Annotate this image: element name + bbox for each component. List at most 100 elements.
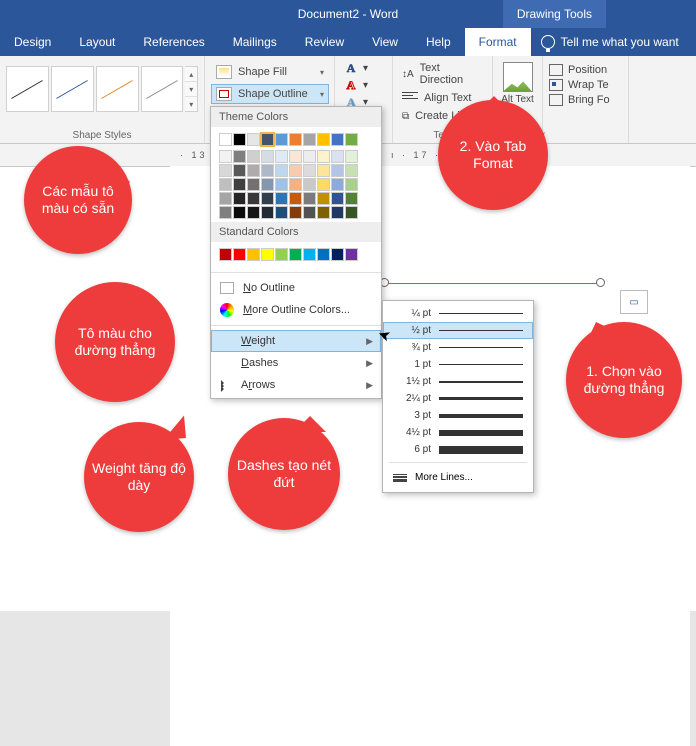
color-swatch[interactable] <box>261 150 274 163</box>
color-swatch[interactable] <box>233 248 246 261</box>
text-direction-button[interactable]: ↕A Text Direction <box>399 60 486 88</box>
weight-option[interactable]: ¾ pt <box>383 339 533 356</box>
dashes-item[interactable]: Dashes ▶ <box>211 352 381 374</box>
color-swatch[interactable] <box>303 206 316 219</box>
style-thumbnail[interactable] <box>141 66 184 112</box>
wrap-text-button[interactable]: Wrap Te <box>549 79 622 91</box>
more-outline-colors-item[interactable]: More Outline Colors... <box>211 299 381 321</box>
color-swatch[interactable] <box>233 192 246 205</box>
color-swatch[interactable] <box>317 192 330 205</box>
tell-me-search[interactable]: Tell me what you want <box>531 28 689 56</box>
color-swatch[interactable] <box>289 206 302 219</box>
weight-option[interactable]: 6 pt <box>383 441 533 458</box>
color-swatch[interactable] <box>289 248 302 261</box>
color-swatch[interactable] <box>303 192 316 205</box>
weight-item[interactable]: Weight ▶ <box>211 330 381 352</box>
color-swatch[interactable] <box>233 150 246 163</box>
color-swatch[interactable] <box>233 178 246 191</box>
color-swatch[interactable] <box>275 150 288 163</box>
color-swatch[interactable] <box>331 133 344 146</box>
color-swatch[interactable] <box>261 133 274 146</box>
color-swatch[interactable] <box>289 192 302 205</box>
color-swatch[interactable] <box>289 133 302 146</box>
more-lines-item[interactable]: More Lines... <box>383 467 533 488</box>
color-swatch[interactable] <box>331 248 344 261</box>
gallery-scroll[interactable]: ▴▾▾ <box>185 66 198 112</box>
bring-forward-button[interactable]: Bring Fo <box>549 94 622 106</box>
weight-option[interactable]: 1½ pt <box>383 373 533 390</box>
color-swatch[interactable] <box>331 178 344 191</box>
no-outline-item[interactable]: No Outline <box>211 277 381 299</box>
color-swatch[interactable] <box>219 164 232 177</box>
color-swatch[interactable] <box>275 133 288 146</box>
color-swatch[interactable] <box>317 164 330 177</box>
weight-option[interactable]: ¼ pt <box>383 305 533 322</box>
color-swatch[interactable] <box>345 178 358 191</box>
tab-review[interactable]: Review <box>291 28 358 56</box>
color-swatch[interactable] <box>331 192 344 205</box>
tab-mailings[interactable]: Mailings <box>219 28 291 56</box>
weight-option[interactable]: 2¼ pt <box>383 390 533 407</box>
color-swatch[interactable] <box>275 178 288 191</box>
tab-layout[interactable]: Layout <box>65 28 129 56</box>
color-swatch[interactable] <box>317 133 330 146</box>
color-swatch[interactable] <box>219 178 232 191</box>
tab-help[interactable]: Help <box>412 28 465 56</box>
color-swatch[interactable] <box>275 164 288 177</box>
color-swatch[interactable] <box>303 133 316 146</box>
color-swatch[interactable] <box>219 192 232 205</box>
color-swatch[interactable] <box>303 248 316 261</box>
shape-outline-button[interactable]: Shape Outline ▾ <box>211 84 329 104</box>
color-swatch[interactable] <box>331 164 344 177</box>
color-swatch[interactable] <box>233 133 246 146</box>
color-swatch[interactable] <box>261 192 274 205</box>
shape-styles-gallery[interactable]: ▴▾▾ <box>6 60 198 118</box>
weight-option[interactable]: ½ pt <box>383 322 533 339</box>
color-swatch[interactable] <box>275 248 288 261</box>
tab-design[interactable]: Design <box>0 28 65 56</box>
selected-line-shape[interactable] <box>385 283 600 284</box>
color-swatch[interactable] <box>331 150 344 163</box>
color-swatch[interactable] <box>261 206 274 219</box>
color-swatch[interactable] <box>345 133 358 146</box>
color-swatch[interactable] <box>247 164 260 177</box>
tab-view[interactable]: View <box>358 28 412 56</box>
color-swatch[interactable] <box>345 150 358 163</box>
tab-format[interactable]: Format <box>465 28 531 56</box>
color-swatch[interactable] <box>317 206 330 219</box>
color-swatch[interactable] <box>345 164 358 177</box>
layout-options-button[interactable]: ▭ <box>620 290 648 314</box>
text-outline-button[interactable]: A▾ <box>341 77 386 93</box>
color-swatch[interactable] <box>303 178 316 191</box>
color-swatch[interactable] <box>247 178 260 191</box>
color-swatch[interactable] <box>345 248 358 261</box>
color-swatch[interactable] <box>303 164 316 177</box>
color-swatch[interactable] <box>317 248 330 261</box>
color-swatch[interactable] <box>331 206 344 219</box>
color-swatch[interactable] <box>261 248 274 261</box>
style-thumbnail[interactable] <box>96 66 139 112</box>
shape-fill-button[interactable]: Shape Fill ▾ <box>211 62 329 82</box>
color-swatch[interactable] <box>275 192 288 205</box>
color-swatch[interactable] <box>219 133 232 146</box>
color-swatch[interactable] <box>275 206 288 219</box>
color-swatch[interactable] <box>261 178 274 191</box>
tab-references[interactable]: References <box>129 28 218 56</box>
resize-handle-right[interactable] <box>596 278 605 287</box>
color-swatch[interactable] <box>247 133 260 146</box>
color-swatch[interactable] <box>317 178 330 191</box>
style-thumbnail[interactable] <box>6 66 49 112</box>
weight-option[interactable]: 3 pt <box>383 407 533 424</box>
color-swatch[interactable] <box>289 164 302 177</box>
text-fill-button[interactable]: A▾ <box>341 60 386 76</box>
color-swatch[interactable] <box>289 178 302 191</box>
color-swatch[interactable] <box>247 150 260 163</box>
color-swatch[interactable] <box>247 206 260 219</box>
color-swatch[interactable] <box>247 192 260 205</box>
color-swatch[interactable] <box>219 206 232 219</box>
weight-option[interactable]: 4½ pt <box>383 424 533 441</box>
arrows-item[interactable]: Arrows ▶ <box>211 374 381 396</box>
color-swatch[interactable] <box>317 150 330 163</box>
color-swatch[interactable] <box>345 192 358 205</box>
color-swatch[interactable] <box>303 150 316 163</box>
